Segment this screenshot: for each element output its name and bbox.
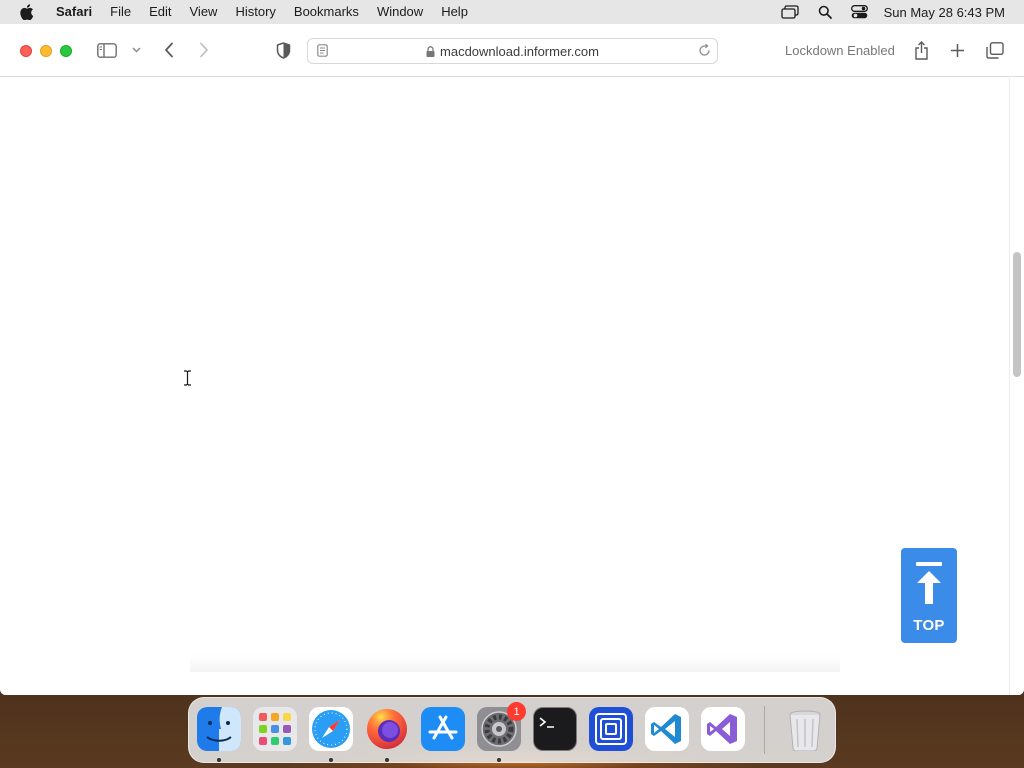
privacy-shield-icon[interactable] <box>273 41 293 60</box>
menu-history[interactable]: History <box>226 0 284 24</box>
dock-safari-icon[interactable] <box>309 707 353 751</box>
page-bottom-fade <box>190 654 840 672</box>
web-page-content[interactable]: TOP <box>0 78 1024 695</box>
window-minimize-button[interactable] <box>40 45 52 57</box>
lock-icon <box>426 45 435 57</box>
menu-app-name[interactable]: Safari <box>49 0 101 24</box>
dock-trash-icon[interactable] <box>783 707 827 751</box>
dock-separator <box>764 706 765 754</box>
menu-window[interactable]: Window <box>368 0 432 24</box>
safari-window: macdownload.informer.com Lockdown Enable… <box>0 24 1024 695</box>
top-button-label: TOP <box>913 617 945 634</box>
address-bar[interactable]: macdownload.informer.com <box>307 38 718 64</box>
dock-visual-studio-icon[interactable] <box>701 707 745 751</box>
dock-launchpad-icon[interactable] <box>253 707 297 751</box>
dock-running-indicator <box>329 758 333 762</box>
window-close-button[interactable] <box>20 45 32 57</box>
notification-badge: 1 <box>507 702 526 721</box>
dock: 1 <box>188 697 836 763</box>
dock-vscode-icon[interactable] <box>645 707 689 751</box>
menu-edit[interactable]: Edit <box>140 0 180 24</box>
window-zoom-button[interactable] <box>60 45 72 57</box>
back-arrow-icon[interactable] <box>160 41 178 59</box>
menu-view[interactable]: View <box>181 0 227 24</box>
menu-file[interactable]: File <box>101 0 140 24</box>
dock-running-indicator <box>497 758 501 762</box>
scrollbar-thumb[interactable] <box>1013 252 1021 377</box>
safari-toolbar: macdownload.informer.com Lockdown Enable… <box>0 24 1024 77</box>
url-text[interactable]: macdownload.informer.com <box>440 44 599 59</box>
menu-bookmarks[interactable]: Bookmarks <box>285 0 368 24</box>
dock-remote-desktop-icon[interactable] <box>589 707 633 751</box>
text-cursor-icon <box>183 370 192 391</box>
menu-help[interactable]: Help <box>432 0 477 24</box>
dock-firefox-icon[interactable] <box>365 707 409 751</box>
vertical-scrollbar[interactable] <box>1010 78 1024 695</box>
chevron-down-icon[interactable] <box>130 45 142 55</box>
forward-arrow-icon[interactable] <box>195 41 213 59</box>
back-to-top-button[interactable]: TOP <box>901 548 957 643</box>
arrow-up-icon <box>915 562 943 611</box>
spotlight-search-icon[interactable] <box>814 0 836 24</box>
control-center-icon[interactable] <box>849 0 871 24</box>
share-icon[interactable] <box>911 40 931 60</box>
dock-finder-icon[interactable] <box>197 707 241 751</box>
lockdown-mode-label[interactable]: Lockdown Enabled <box>785 43 895 58</box>
new-tab-plus-icon[interactable] <box>948 41 966 59</box>
menu-bar-clock[interactable]: Sun May 28 6:43 PM <box>884 5 1005 20</box>
reload-icon[interactable] <box>698 43 711 62</box>
sidebar-toggle-icon[interactable] <box>96 41 118 59</box>
apple-menu-icon[interactable] <box>17 0 37 24</box>
dock-running-indicator <box>217 758 221 762</box>
dock-running-indicator <box>385 758 389 762</box>
screen-mirroring-icon[interactable] <box>779 0 801 24</box>
dock-terminal-icon[interactable] <box>533 707 577 751</box>
dock-app-store-icon[interactable] <box>421 707 465 751</box>
tab-overview-icon[interactable] <box>985 41 1005 60</box>
menu-bar: Safari File Edit View History Bookmarks … <box>0 0 1024 24</box>
